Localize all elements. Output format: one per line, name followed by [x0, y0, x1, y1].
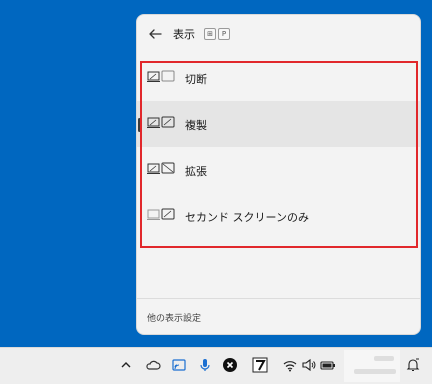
notification-icon[interactable] [405, 357, 421, 373]
option-disconnect[interactable]: 切断 [137, 55, 420, 101]
chevron-up-icon[interactable] [118, 357, 134, 373]
wifi-icon[interactable] [282, 357, 298, 373]
back-arrow-icon[interactable] [146, 25, 164, 43]
windows-key-icon: ⊞ [204, 28, 216, 40]
extend-icon [147, 162, 175, 174]
panel-title: 表示 [173, 28, 195, 41]
cast-icon[interactable] [171, 357, 187, 373]
option-label: 拡張 [185, 165, 207, 178]
second-screen-only-icon [147, 208, 175, 220]
pc-screen-only-icon [147, 70, 175, 82]
projection-options: 切断 複製 拡張 セカンド スクリーンのみ [137, 55, 420, 239]
selected-indicator [138, 118, 141, 132]
option-label: セカンド スクリーンのみ [185, 211, 309, 224]
panel-header: 表示 ⊞ P [137, 15, 420, 53]
option-second-screen-only[interactable]: セカンド スクリーンのみ [137, 193, 420, 239]
projection-panel: 表示 ⊞ P 切断 複製 拡張 セカンド スクリーンのみ 他の表示設定 [136, 14, 421, 335]
cloud-icon[interactable] [145, 357, 161, 373]
divider [137, 298, 420, 299]
clock-area[interactable] [344, 350, 400, 382]
duplicate-icon [147, 116, 175, 128]
speaker-icon[interactable] [301, 357, 317, 373]
p-key-badge: P [218, 28, 230, 40]
taskbar [0, 347, 432, 384]
more-display-settings-link[interactable]: 他の表示設定 [147, 311, 201, 324]
option-extend[interactable]: 拡張 [137, 147, 420, 193]
app-icon[interactable] [252, 357, 268, 373]
battery-icon[interactable] [320, 357, 336, 373]
option-label: 複製 [185, 119, 207, 132]
option-label: 切断 [185, 73, 207, 86]
microphone-icon[interactable] [197, 357, 213, 373]
close-circle-icon[interactable] [222, 357, 238, 373]
option-duplicate[interactable]: 複製 [137, 101, 420, 147]
